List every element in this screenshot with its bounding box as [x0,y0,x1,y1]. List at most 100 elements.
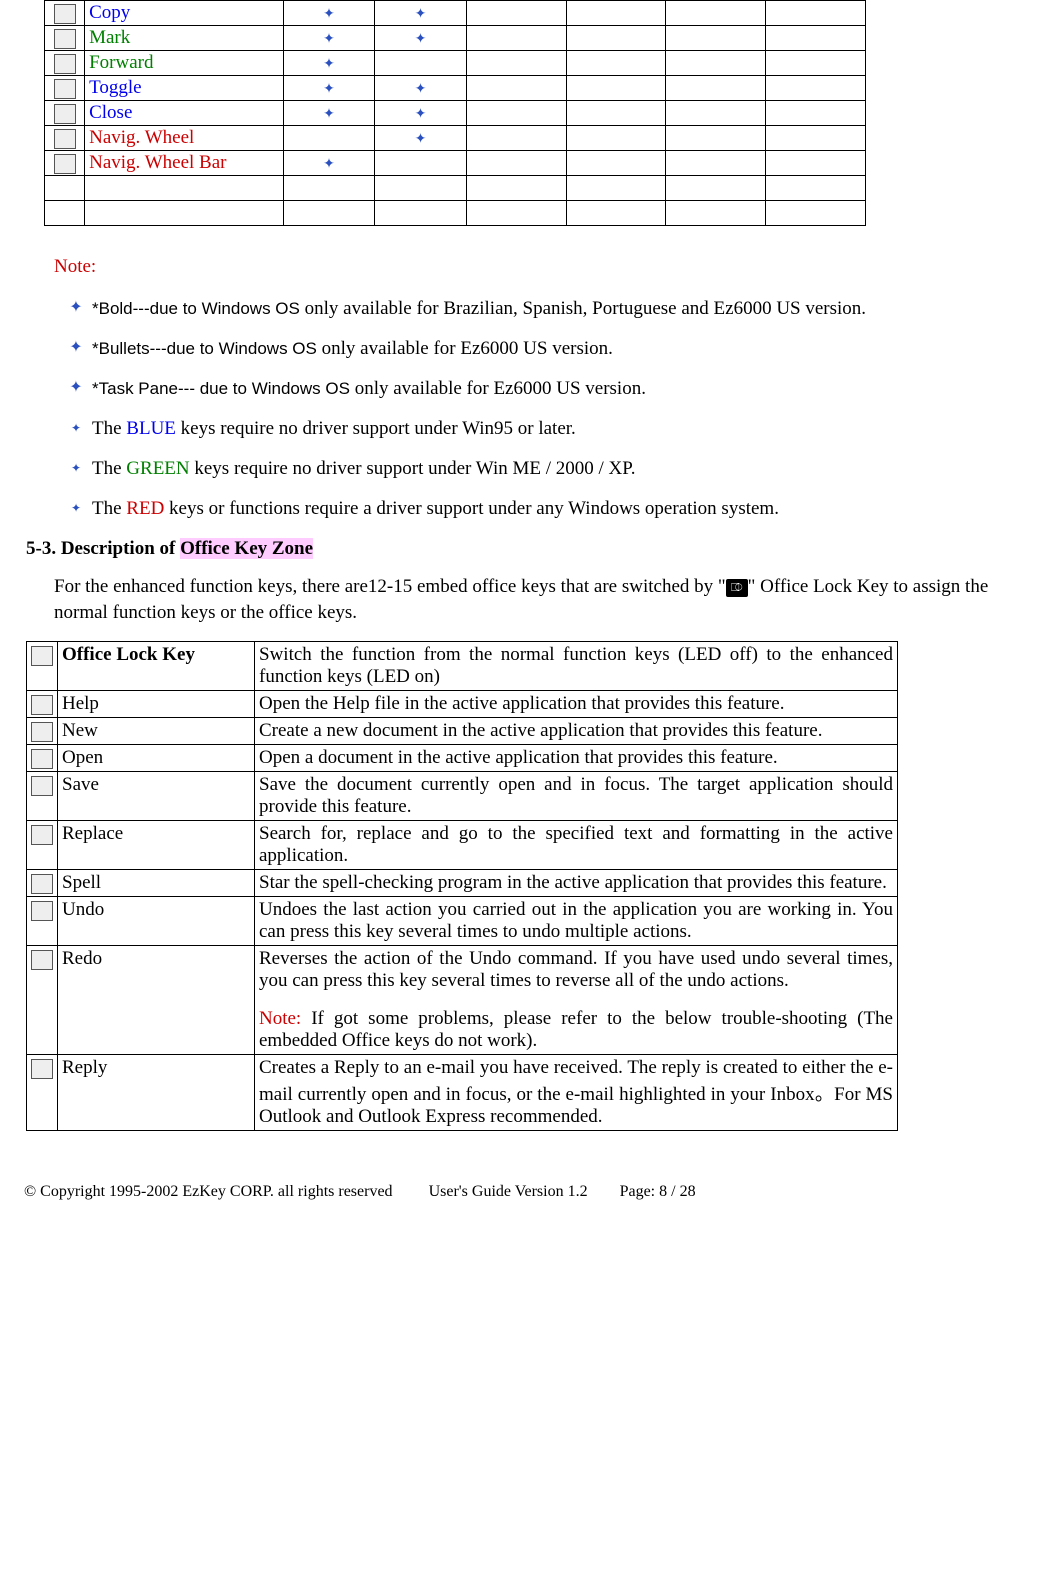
key-icon [31,695,53,715]
support-mark: ✦ [375,26,467,51]
key-name: Mark [85,26,284,51]
row-icon [45,151,85,176]
intro-paragraph: For the enhanced function keys, there ar… [54,574,1010,625]
notes-list: ✦ *Bold---due to Windows OS only availabl… [66,298,1044,520]
support-mark [566,201,666,226]
support-mark [766,51,866,76]
support-mark [666,101,766,126]
support-mark: ✦ [375,76,467,101]
support-mark [375,151,467,176]
diamond-icon: ✦ [323,32,335,47]
section-heading-pre: 5-3. Description of [26,538,180,559]
support-mark [566,1,666,26]
support-mark [375,201,467,226]
diamond-icon: ✦ [415,132,427,147]
table-row: ReplyCreates a Reply to an e-mail you ha… [27,1055,898,1131]
support-mark [766,26,866,51]
note-item: ✦The RED keys or functions require a dri… [66,498,1044,520]
key-description: Star the spell-checking program in the a… [255,870,898,897]
key-support-table: Copy✦✦Mark✦✦Forward✦Toggle✦✦Close✦✦Navig… [44,0,866,226]
section-heading: 5-3. Description of Office Key Zone [26,538,1044,560]
support-mark: ✦ [375,1,467,26]
row-icon [27,691,58,718]
row-icon [27,1055,58,1131]
support-mark [466,101,566,126]
table-row: Copy✦✦ [45,1,866,26]
diamond-icon: ✦ [66,458,86,478]
table-row [45,201,866,226]
key-name: Forward [85,51,284,76]
diamond-icon: ✦ [66,298,86,318]
table-row: RedoReverses the action of the Undo comm… [27,946,898,1055]
key-name: Replace [58,821,255,870]
support-mark: ✦ [375,101,467,126]
support-mark [466,1,566,26]
table-row: Office Lock KeySwitch the function from … [27,642,898,691]
key-name: Open [58,745,255,772]
support-mark [766,76,866,101]
office-lock-icon: ⎄ [726,579,748,597]
key-description: Open a document in the active applicatio… [255,745,898,772]
support-mark [666,26,766,51]
key-icon [54,29,76,49]
key-description: Open the Help file in the active applica… [255,691,898,718]
key-description: Undoes the last action you carried out i… [255,897,898,946]
key-icon [54,79,76,99]
diamond-icon: ✦ [66,498,86,518]
key-icon [54,54,76,74]
row-icon [45,26,85,51]
row-icon [27,946,58,1055]
support-mark [766,101,866,126]
key-name [85,176,284,201]
note-text: *Bold---due to Windows OS only available… [92,298,1044,320]
key-name: Undo [58,897,255,946]
diamond-icon: ✦ [323,107,335,122]
support-mark [666,151,766,176]
support-mark [566,126,666,151]
row-icon [45,101,85,126]
diamond-icon: ✦ [415,7,427,22]
key-description: Search for, replace and go to the specif… [255,821,898,870]
support-mark [566,176,666,201]
key-name: Office Lock Key [58,642,255,691]
note-item: ✦*Bullets---due to Windows OS only avail… [66,338,1044,360]
key-name: Redo [58,946,255,1055]
footer-page: Page: 8 / 28 [620,1183,696,1200]
support-mark [666,1,766,26]
support-mark: ✦ [283,151,375,176]
diamond-icon: ✦ [323,157,335,172]
note-text: *Bullets---due to Windows OS only availa… [92,338,1044,360]
key-icon [54,154,76,174]
key-icon [54,104,76,124]
support-mark [766,201,866,226]
table-row: Toggle✦✦ [45,76,866,101]
support-mark [283,176,375,201]
support-mark: ✦ [283,76,375,101]
office-key-table: Office Lock KeySwitch the function from … [26,641,898,1131]
support-mark [466,151,566,176]
key-icon [31,950,53,970]
note-heading: Note: [54,256,1044,278]
row-icon [27,870,58,897]
table-row: Forward✦ [45,51,866,76]
table-row: Navig. Wheel Bar✦ [45,151,866,176]
support-mark [466,26,566,51]
row-icon [27,821,58,870]
row-icon [45,201,85,226]
key-icon [31,901,53,921]
table-row: Close✦✦ [45,101,866,126]
support-mark: ✦ [283,101,375,126]
key-description: Save the document currently open and in … [255,772,898,821]
support-mark [566,101,666,126]
support-mark: ✦ [375,126,467,151]
row-icon [45,126,85,151]
table-row: HelpOpen the Help file in the active app… [27,691,898,718]
table-row [45,176,866,201]
note-text: The BLUE keys require no driver support … [92,418,1044,440]
support-mark [766,176,866,201]
page-footer: © Copyright 1995-2002 EzKey CORP. all ri… [20,1183,1044,1201]
row-icon [27,642,58,691]
row-icon [27,897,58,946]
table-row: OpenOpen a document in the active applic… [27,745,898,772]
diamond-icon: ✦ [415,82,427,97]
